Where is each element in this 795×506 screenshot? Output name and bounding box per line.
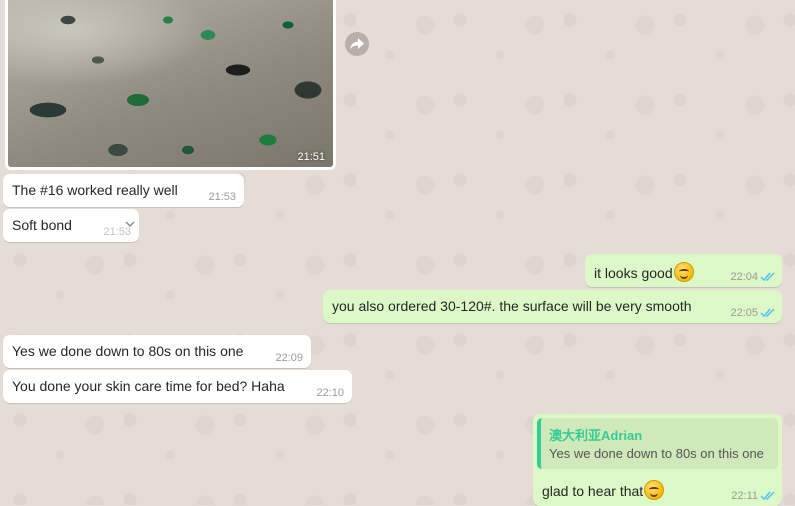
outgoing-message[interactable]: it looks good 22:04	[585, 254, 782, 287]
smiling-face-emoji-icon	[673, 262, 694, 282]
message-time: 22:11	[731, 490, 758, 502]
quoted-message[interactable]: 澳大利亚Adrian Yes we done down to 80s on th…	[537, 418, 778, 469]
double-check-icon	[760, 308, 775, 318]
message-text: Yes we done down to 80s on this one	[12, 343, 244, 359]
relieved-face-emoji-icon	[644, 480, 665, 500]
incoming-message[interactable]: Soft bond 21:53	[3, 209, 139, 242]
double-check-icon	[760, 272, 775, 282]
message-time: 21:53	[208, 191, 236, 203]
message-time: 22:05	[730, 307, 758, 319]
message-time: 22:10	[316, 387, 344, 399]
message-text: you also ordered 30-120#. the surface wi…	[332, 298, 692, 314]
photo-message[interactable]: 21:51	[5, 0, 336, 170]
message-text: Soft bond	[12, 217, 72, 233]
outgoing-message[interactable]: you also ordered 30-120#. the surface wi…	[323, 290, 782, 323]
message-time: 21:51	[297, 151, 325, 163]
incoming-message[interactable]: The #16 worked really well 21:53	[3, 174, 244, 207]
forward-arrow-icon	[350, 38, 364, 50]
double-check-icon	[760, 491, 775, 501]
message-time: 22:09	[275, 352, 303, 364]
message-text: it looks good	[594, 262, 694, 282]
message-time: 22:04	[730, 271, 758, 283]
forward-button[interactable]	[345, 32, 369, 56]
message-text: glad to hear that	[542, 480, 665, 500]
quoted-text: Yes we done down to 80s on this one	[549, 446, 764, 461]
quoted-author: 澳大利亚Adrian	[549, 428, 643, 443]
message-text: You done your skin care time for bed? Ha…	[12, 378, 285, 394]
outgoing-reply-message[interactable]: 澳大利亚Adrian Yes we done down to 80s on th…	[533, 414, 782, 506]
incoming-message[interactable]: Yes we done down to 80s on this one 22:0…	[3, 335, 311, 368]
incoming-message[interactable]: You done your skin care time for bed? Ha…	[3, 370, 352, 403]
message-text: The #16 worked really well	[12, 182, 178, 198]
chevron-down-icon[interactable]	[125, 221, 135, 228]
